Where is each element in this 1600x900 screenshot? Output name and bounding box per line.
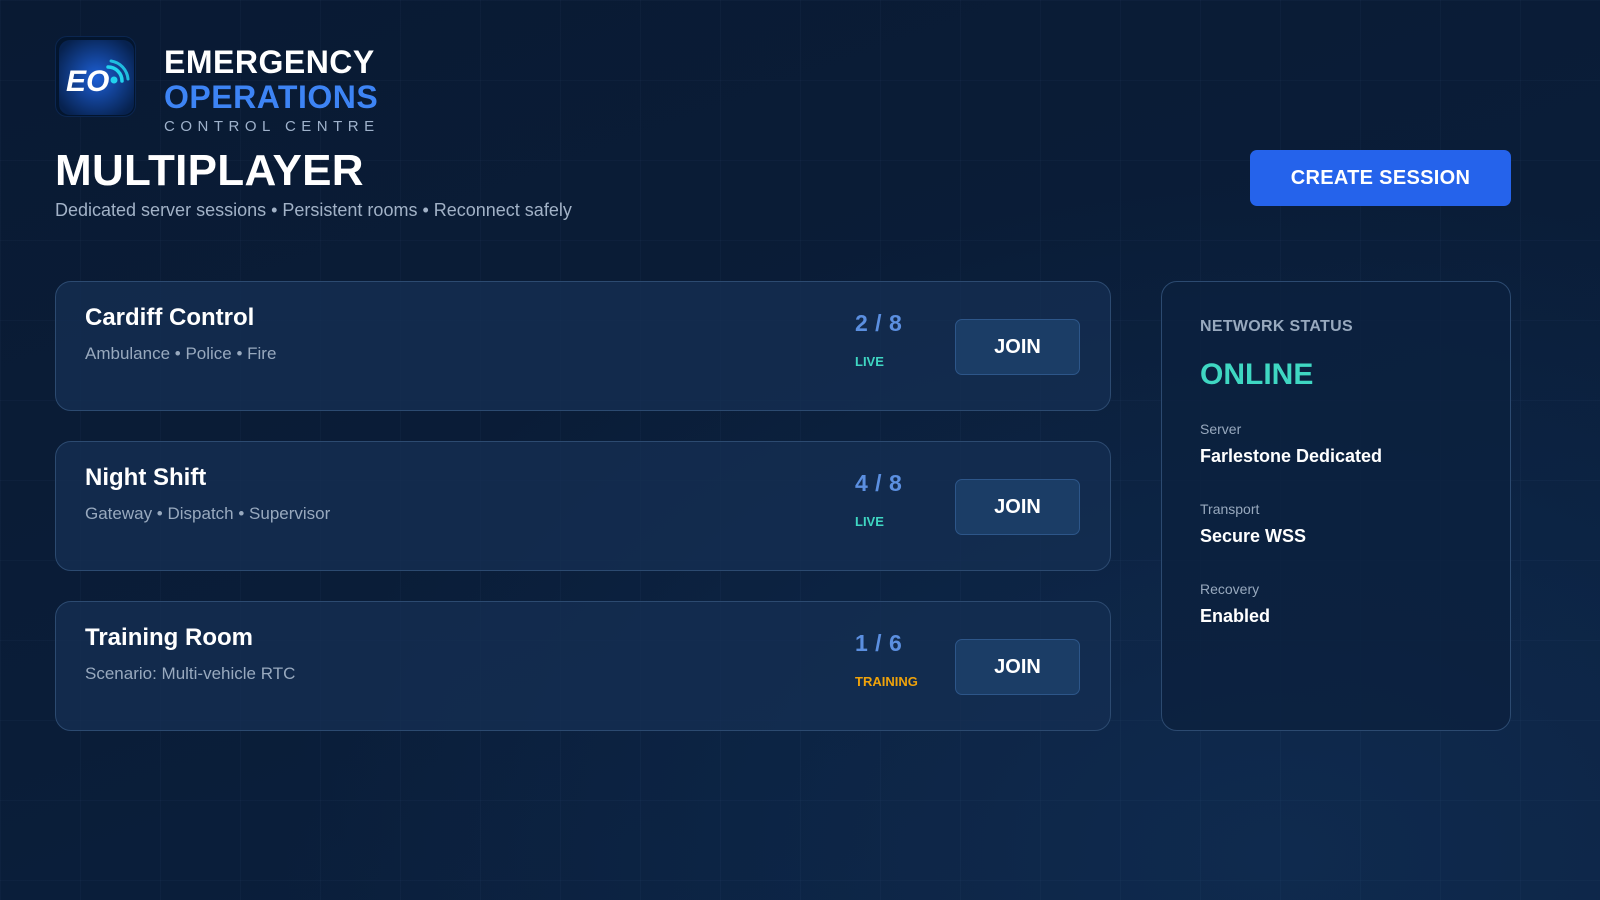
brand-title-line1: EMERGENCY [164,44,375,80]
brand-title-line2: OPERATIONS [164,79,379,115]
join-button[interactable]: JOIN [955,639,1080,695]
player-count: 2 / 8 [855,310,903,336]
create-session-button[interactable]: CREATE SESSION [1250,150,1511,206]
recovery-label: Recovery [1200,581,1260,597]
join-button[interactable]: JOIN [955,319,1080,375]
session-card-training-room: Training Room Scenario: Multi-vehicle RT… [55,601,1111,731]
session-name: Training Room [85,624,253,651]
server-value: Farlestone Dedicated [1200,446,1383,466]
session-detail: Scenario: Multi-vehicle RTC [85,664,296,683]
multiplayer-screen: EO EMERGENCY OPERATIONS CONTROL CENTRE M… [0,0,1600,900]
join-button[interactable]: JOIN [955,479,1080,535]
transport-label: Transport [1200,501,1260,517]
server-label: Server [1200,421,1242,437]
recovery-value: Enabled [1200,606,1271,626]
status-badge: LIVE [855,354,884,369]
session-card-night-shift: Night Shift Gateway • Dispatch • Supervi… [55,441,1111,571]
page-title: MULTIPLAYER [55,146,364,195]
session-card-cardiff-control: Cardiff Control Ambulance • Police • Fir… [55,281,1111,411]
player-count: 1 / 6 [855,630,903,656]
transport-value: Secure WSS [1200,526,1307,546]
page-subtitle: Dedicated server sessions • Persistent r… [55,200,572,220]
svg-text:EO: EO [66,65,109,98]
player-count: 4 / 8 [855,470,903,496]
brand-tagline: CONTROL CENTRE [164,118,380,135]
network-status-title: NETWORK STATUS [1200,318,1353,335]
network-status-panel: NETWORK STATUS ONLINE Server Farlestone … [1161,281,1511,731]
network-state: ONLINE [1200,358,1314,391]
session-detail: Gateway • Dispatch • Supervisor [85,504,331,523]
status-badge: LIVE [855,514,884,529]
session-name: Cardiff Control [85,304,255,331]
app-logo-icon: EO [55,36,136,117]
status-badge: TRAINING [855,674,918,689]
session-detail: Ambulance • Police • Fire [85,344,277,363]
session-name: Night Shift [85,464,207,491]
